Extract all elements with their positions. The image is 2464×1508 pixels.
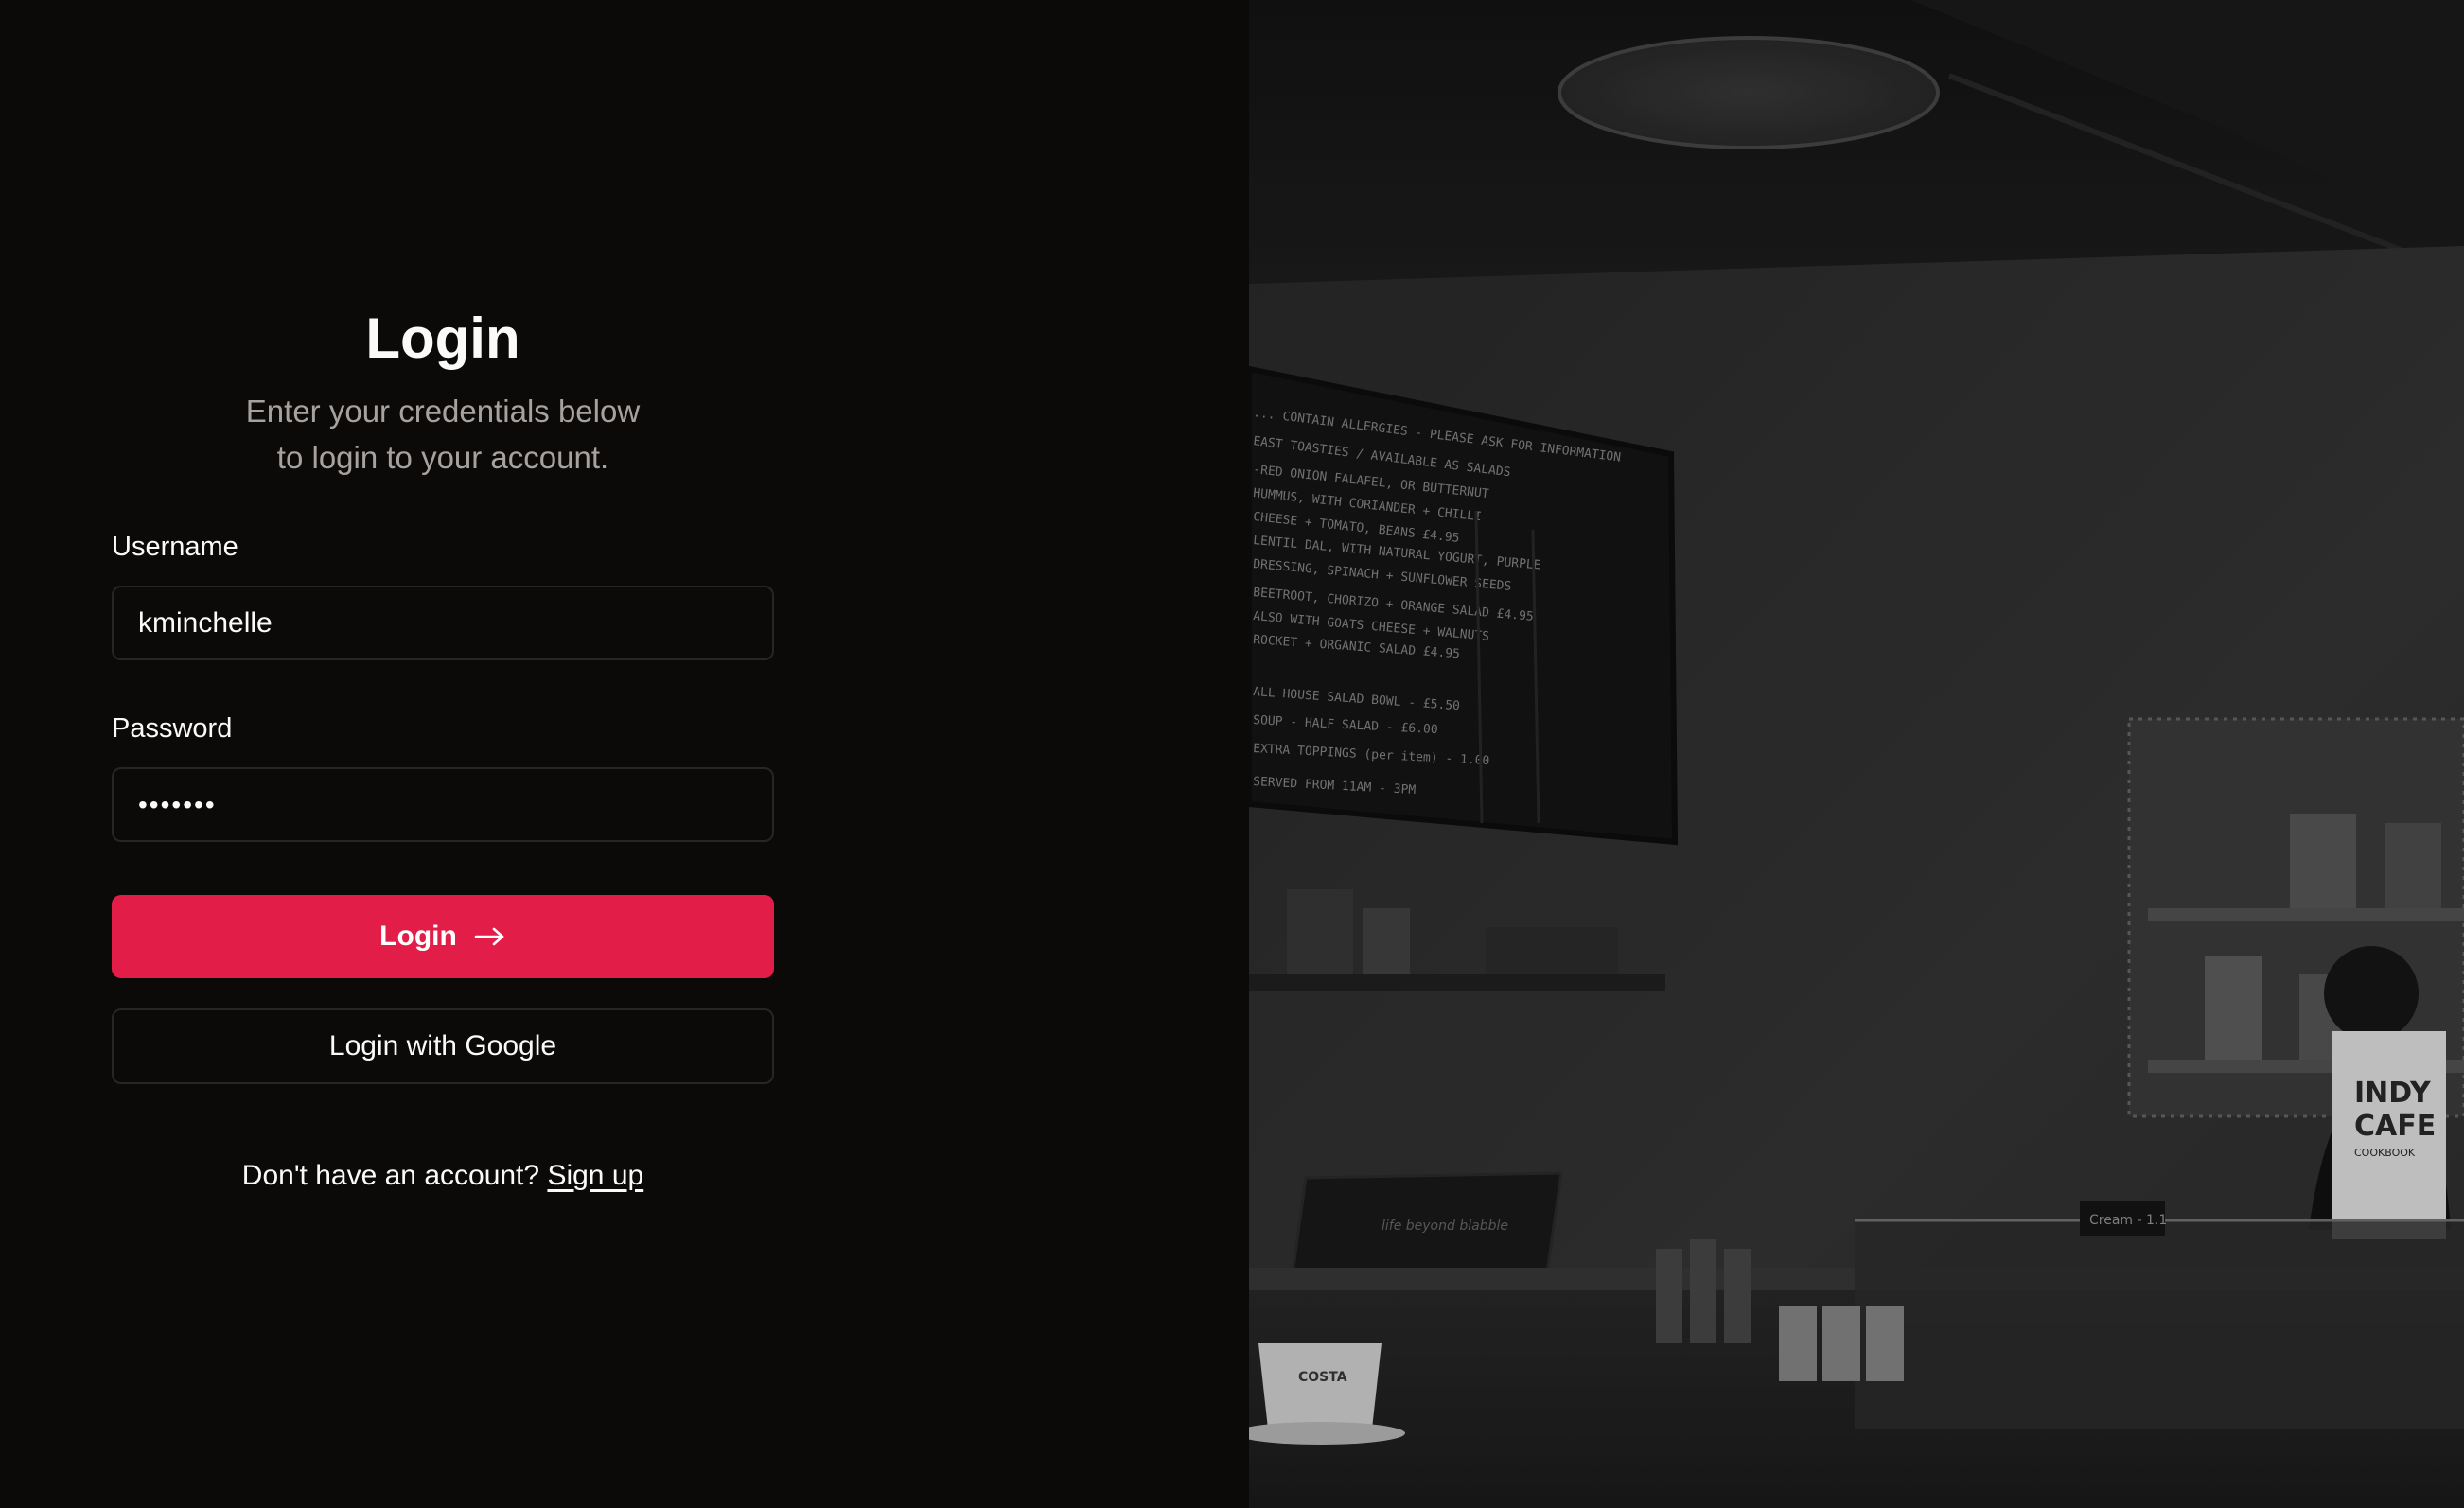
cafe-photo: ... CONTAIN ALLERGIES - PLEASE ASK FOR I… bbox=[1249, 0, 2464, 1508]
password-label: Password bbox=[112, 713, 233, 744]
photo-dim-overlay bbox=[1249, 0, 2464, 1508]
login-button[interactable]: Login bbox=[112, 895, 774, 978]
signup-link[interactable]: Sign up bbox=[547, 1160, 643, 1191]
subtitle-line-1: Enter your credentials below bbox=[245, 394, 641, 429]
username-label: Username bbox=[112, 532, 238, 562]
login-with-google-button[interactable]: Login with Google bbox=[112, 1008, 774, 1084]
page-title: Login bbox=[365, 307, 520, 370]
page-subtitle: Enter your credentials below to login to… bbox=[112, 388, 774, 481]
arrow-right-icon bbox=[474, 926, 506, 947]
login-panel: Login Enter your credentials below to lo… bbox=[0, 0, 1249, 1508]
signup-prompt-text: Don't have an account? bbox=[241, 1160, 540, 1191]
subtitle-line-2: to login to your account. bbox=[276, 440, 609, 475]
password-input[interactable] bbox=[112, 767, 774, 842]
signup-prompt: Don't have an account? Sign up bbox=[112, 1160, 774, 1192]
login-with-google-label: Login with Google bbox=[328, 1030, 557, 1061]
username-input[interactable] bbox=[112, 586, 774, 660]
login-button-label: Login bbox=[379, 921, 457, 952]
